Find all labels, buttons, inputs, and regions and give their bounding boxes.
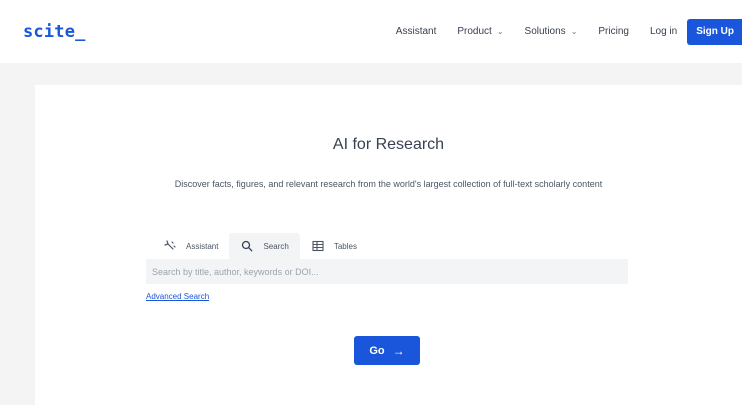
search-input[interactable]	[146, 259, 628, 284]
page-title: AI for Research	[332, 136, 445, 153]
advanced-search-link[interactable]: Advanced Search	[146, 292, 209, 301]
arrow-right-icon: →	[392, 343, 405, 358]
tab-assistant[interactable]: Assistant	[152, 233, 229, 259]
chevron-down-icon: ⌄	[496, 27, 504, 36]
nav-solutions-dropdown[interactable]: Solutions ⌄	[525, 26, 578, 37]
tab-tables-label: Tables	[333, 241, 357, 251]
main-nav: Assistant Product ⌄ Solutions ⌄ Pricing …	[396, 0, 742, 63]
go-button[interactable]: Go →	[354, 336, 420, 365]
nav-login-label: Log in	[649, 26, 678, 37]
nav-login[interactable]: Log in	[650, 26, 677, 37]
tab-search[interactable]: Search	[229, 233, 300, 259]
assistant-icon	[163, 239, 177, 253]
nav-product-dropdown[interactable]: Product ⌄	[457, 26, 503, 37]
search-card: AI for Research Discover facts, figures,…	[35, 85, 742, 405]
tab-assistant-label: Assistant	[186, 241, 219, 251]
table-icon	[311, 239, 325, 253]
go-button-label: Go	[369, 344, 385, 357]
top-header: scite_ Assistant Product ⌄ Solutions ⌄ P…	[0, 0, 742, 63]
signup-button[interactable]: Sign Up	[687, 18, 742, 45]
search-mode-tabs: Assistant Search Tables	[152, 233, 368, 259]
nav-assistant[interactable]: Assistant	[396, 26, 437, 37]
page-subtitle: Discover facts, figures, and relevant re…	[174, 179, 603, 189]
nav-solutions-label: Solutions	[524, 26, 566, 37]
tab-search-label: Search	[263, 241, 289, 251]
nav-assistant-label: Assistant	[395, 26, 437, 37]
scite-logo[interactable]: scite_	[23, 22, 86, 42]
nav-pricing[interactable]: Pricing	[598, 26, 629, 37]
chevron-down-icon: ⌄	[570, 27, 578, 36]
search-icon	[240, 239, 254, 253]
tab-tables[interactable]: Tables	[300, 233, 368, 259]
nav-product-label: Product	[457, 26, 492, 37]
nav-pricing-label: Pricing	[598, 26, 629, 37]
